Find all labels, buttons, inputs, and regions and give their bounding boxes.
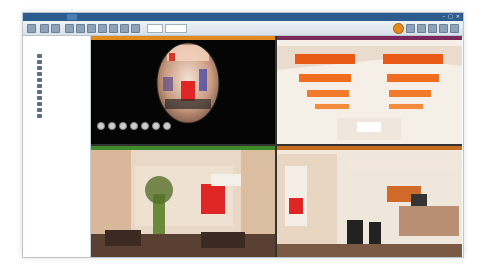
camera-icon [37, 107, 42, 112]
video-frame [91, 146, 275, 257]
toolbar-button[interactable] [65, 24, 74, 33]
title-tab-icon[interactable] [67, 14, 77, 20]
view-header [277, 146, 462, 150]
video-view-lobby[interactable] [91, 146, 275, 257]
ptz-control-icon[interactable] [119, 122, 127, 130]
alert-icon[interactable] [393, 23, 404, 34]
ptz-control-icon[interactable] [97, 122, 105, 130]
ptz-controls [97, 122, 171, 130]
camera-icon [37, 71, 42, 76]
video-frame [277, 36, 462, 144]
video-frame [277, 146, 462, 257]
ptz-control-icon[interactable] [163, 122, 171, 130]
camera-icon [37, 83, 42, 88]
camera-icon [37, 113, 42, 118]
close-icon[interactable]: × [456, 14, 460, 20]
toolbar-button[interactable] [450, 24, 459, 33]
camera-list-item[interactable] [37, 53, 44, 58]
camera-icon [37, 59, 42, 64]
view-header [91, 36, 275, 40]
toolbar-field[interactable] [147, 24, 163, 33]
video-view-reception[interactable] [277, 146, 462, 257]
camera-icon [37, 77, 42, 82]
video-view-ceiling[interactable] [277, 36, 462, 144]
camera-icon [37, 53, 42, 58]
device-tree-panel [23, 36, 91, 257]
surveillance-app-window: – □ × [22, 12, 464, 258]
view-header [91, 146, 275, 150]
minimize-icon[interactable]: – [443, 14, 446, 20]
toolbar-button[interactable] [87, 24, 96, 33]
camera-list-item[interactable] [37, 113, 44, 118]
toolbar-button[interactable] [109, 24, 118, 33]
video-grid [91, 36, 462, 257]
toolbar-field[interactable] [165, 24, 187, 33]
camera-list-item[interactable] [37, 65, 44, 70]
camera-list-item[interactable] [37, 59, 44, 64]
view-header [277, 36, 462, 40]
camera-list-item[interactable] [37, 101, 44, 106]
camera-list-item[interactable] [37, 77, 44, 82]
toolbar-button[interactable] [40, 24, 49, 33]
video-view-fisheye[interactable] [91, 36, 275, 144]
maximize-icon[interactable]: □ [448, 14, 453, 20]
camera-list-item[interactable] [37, 107, 44, 112]
toolbar-button[interactable] [406, 24, 415, 33]
toolbar-button[interactable] [120, 24, 129, 33]
ptz-control-icon[interactable] [141, 122, 149, 130]
toolbar [23, 21, 463, 36]
ptz-control-icon[interactable] [108, 122, 116, 130]
toolbar-button[interactable] [417, 24, 426, 33]
toolbar-button[interactable] [131, 24, 140, 33]
toolbar-button[interactable] [439, 24, 448, 33]
camera-list-item[interactable] [37, 95, 44, 100]
title-bar: – □ × [23, 13, 463, 21]
toolbar-button[interactable] [76, 24, 85, 33]
ptz-control-icon[interactable] [130, 122, 138, 130]
toolbar-button[interactable] [428, 24, 437, 33]
toolbar-button[interactable] [98, 24, 107, 33]
camera-list-item[interactable] [37, 89, 44, 94]
camera-icon [37, 95, 42, 100]
camera-icon [37, 89, 42, 94]
toolbar-button[interactable] [51, 24, 60, 33]
camera-icon [37, 101, 42, 106]
fisheye-image [156, 42, 220, 124]
window-controls: – □ × [443, 14, 460, 20]
camera-icon [37, 65, 42, 70]
toolbar-button[interactable] [27, 24, 36, 33]
ptz-control-icon[interactable] [152, 122, 160, 130]
camera-list-item[interactable] [37, 71, 44, 76]
camera-list-item[interactable] [37, 83, 44, 88]
